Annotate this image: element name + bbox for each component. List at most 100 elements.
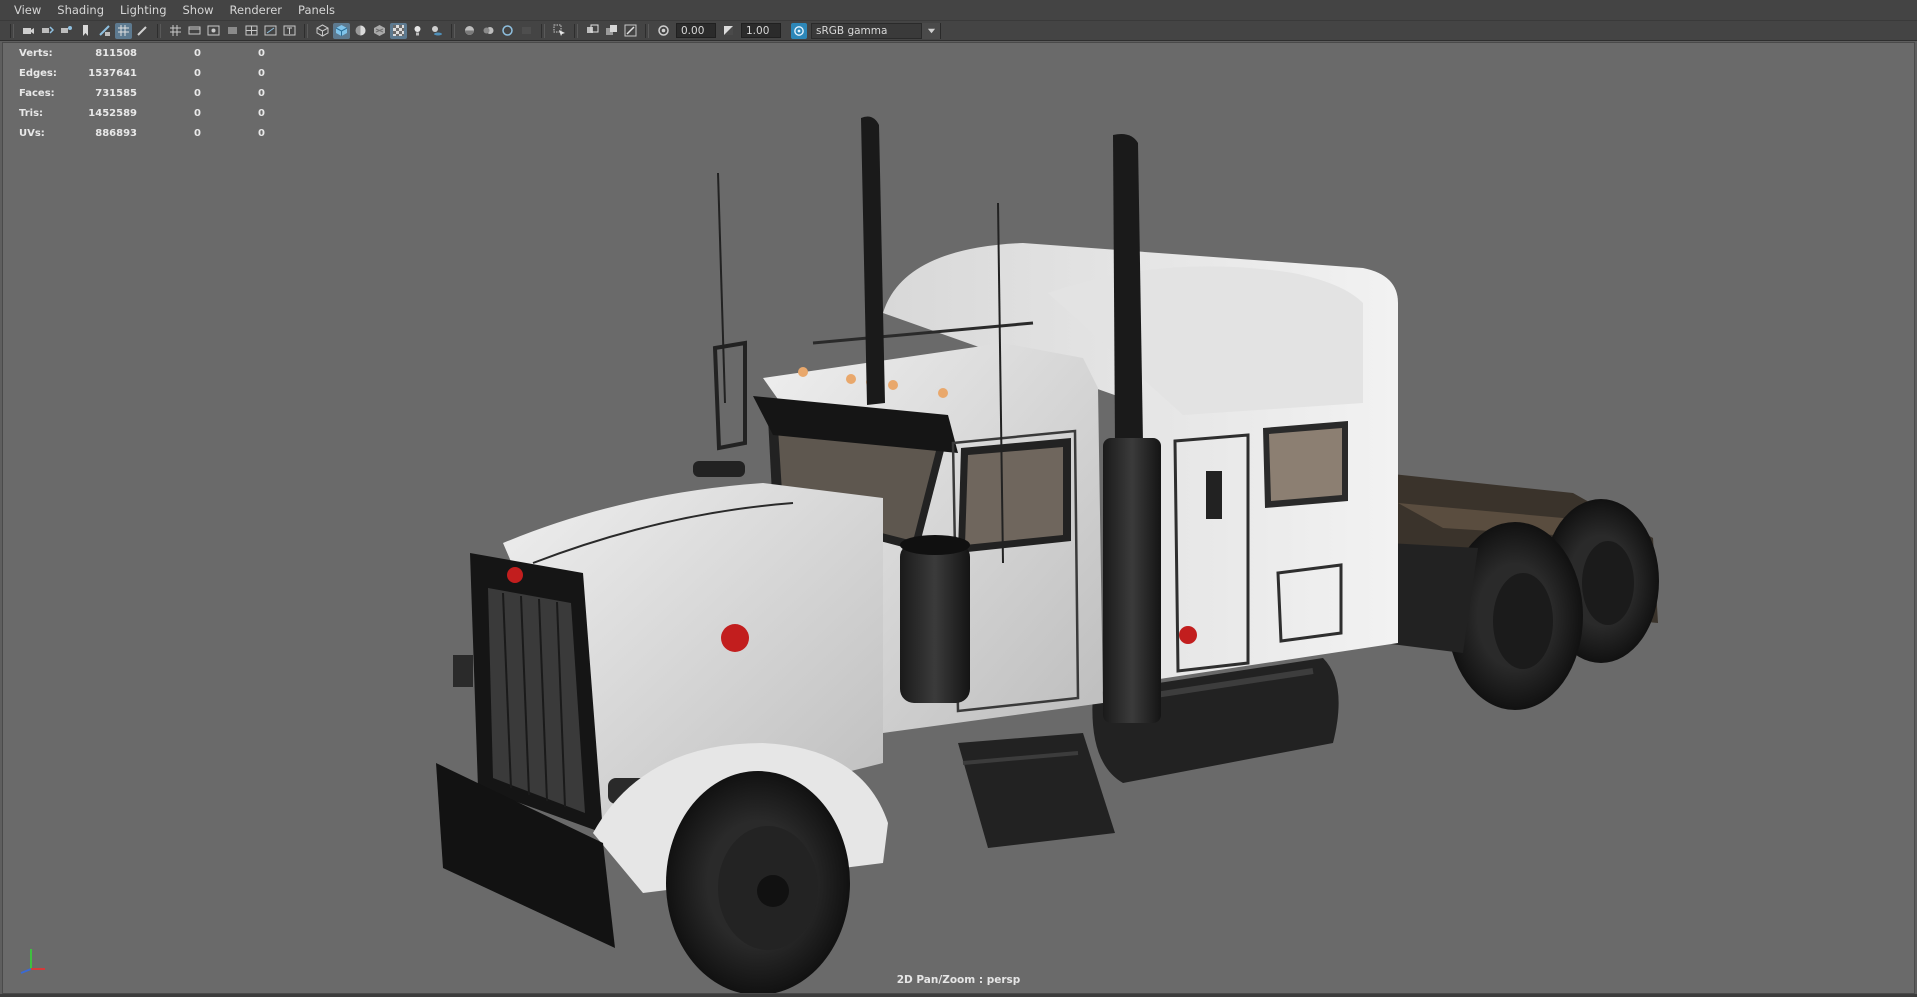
hud-value-components: 0 xyxy=(258,127,265,139)
bookmark-icon xyxy=(61,26,72,33)
menu-shading[interactable]: Shading xyxy=(49,0,112,21)
maya-viewport-panel: View Shading Lighting Show Renderer Pane… xyxy=(0,0,1917,997)
shadows-icon xyxy=(432,26,442,36)
smooth-shade-icon xyxy=(335,25,348,36)
screen-space-ao-icon xyxy=(465,26,474,35)
hud-value-selected: 0 xyxy=(194,107,201,119)
menu-lighting[interactable]: Lighting xyxy=(112,0,174,21)
film-gate-icon xyxy=(170,25,181,36)
camera-icon xyxy=(23,28,34,34)
field-chart-button[interactable] xyxy=(224,23,241,39)
image-plane-button[interactable] xyxy=(96,23,113,39)
hud-value-components: 0 xyxy=(258,67,265,79)
bookmark-flag-icon xyxy=(83,25,88,36)
anti-alias-button[interactable] xyxy=(499,23,516,39)
safe-title-button[interactable] xyxy=(262,23,279,39)
3d-viewport[interactable]: Verts: 811508 0 0 Edges: 1537641 0 0 Fac… xyxy=(2,42,1915,994)
depth-of-field-button[interactable] xyxy=(518,23,535,39)
view-transform-dropdown[interactable]: sRGB gamma xyxy=(811,22,941,39)
camera-bookmark-button[interactable] xyxy=(58,23,75,39)
dropdown-arrow[interactable] xyxy=(921,22,940,39)
isolate-select-button[interactable] xyxy=(551,23,568,39)
text-gate-button[interactable] xyxy=(281,23,298,39)
camera-button[interactable] xyxy=(20,23,37,39)
gamma-icon xyxy=(724,26,733,35)
bookmark-button[interactable] xyxy=(77,23,94,39)
hud-value-scene: 731585 xyxy=(95,87,137,99)
field-chart-icon xyxy=(228,27,237,34)
hud-label: Tris: xyxy=(19,107,44,119)
wireframe-button[interactable] xyxy=(314,23,331,39)
xray-joints-icon xyxy=(624,24,637,37)
exposure-field[interactable]: 0.00 xyxy=(676,23,716,38)
semi-truck-model[interactable] xyxy=(3,43,1915,994)
menu-panels[interactable]: Panels xyxy=(290,0,343,21)
chevron-down-icon xyxy=(927,28,935,34)
hud-value-components: 0 xyxy=(258,87,265,99)
poly-count-hud: Verts: 811508 0 0 Edges: 1537641 0 0 Fac… xyxy=(19,43,265,143)
camera-name-label: 2D Pan/Zoom : persp xyxy=(896,974,1021,986)
gamma-button[interactable] xyxy=(720,23,737,39)
menu-view[interactable]: View xyxy=(6,0,49,21)
anti-alias-icon xyxy=(502,25,513,36)
hud-row-tris: Tris: 1452589 0 0 xyxy=(19,103,265,123)
resolution-gate-icon xyxy=(188,26,201,35)
textured-button[interactable] xyxy=(371,23,388,39)
lights-button[interactable] xyxy=(409,23,426,39)
ambient-occlusion-button[interactable] xyxy=(461,23,478,39)
hud-row-uvs: UVs: 886893 0 0 xyxy=(19,123,265,143)
use-lights-button[interactable] xyxy=(390,22,407,39)
color-management-icon xyxy=(794,25,804,36)
hud-value-selected: 0 xyxy=(194,87,201,99)
paint-button[interactable] xyxy=(134,23,151,39)
hud-value-components: 0 xyxy=(258,47,265,59)
grid-icon xyxy=(118,25,129,36)
hud-label: UVs: xyxy=(19,127,45,139)
resolution-gate-button[interactable] xyxy=(186,23,203,39)
motion-blur-icon xyxy=(483,27,494,34)
gate-mask-button[interactable] xyxy=(205,23,222,39)
wireframe-icon xyxy=(316,24,329,37)
camera-attr-icon xyxy=(42,26,54,34)
hud-label: Faces: xyxy=(19,87,55,99)
toolbar-separator xyxy=(574,23,578,38)
hud-value-components: 0 xyxy=(258,107,265,119)
panel-menu-bar: View Shading Lighting Show Renderer Pane… xyxy=(0,0,1917,21)
isolate-select-icon xyxy=(553,24,565,36)
menu-show[interactable]: Show xyxy=(175,0,222,21)
menu-renderer[interactable]: Renderer xyxy=(222,0,291,21)
motion-blur-button[interactable] xyxy=(480,23,497,39)
grid-toggle-button[interactable] xyxy=(115,22,132,39)
hud-label: Edges: xyxy=(19,67,57,79)
use-lights-icon xyxy=(414,26,421,36)
hud-value-scene: 811508 xyxy=(95,47,137,59)
toolbar-separator xyxy=(541,23,545,38)
hud-row-verts: Verts: 811508 0 0 xyxy=(19,43,265,63)
xray-joints-button[interactable] xyxy=(622,23,639,39)
safe-action-button[interactable] xyxy=(243,23,260,39)
textured-icon xyxy=(374,25,385,36)
image-plane-icon xyxy=(99,25,110,36)
gamma-field[interactable]: 1.00 xyxy=(741,23,781,38)
film-gate-button[interactable] xyxy=(167,23,184,39)
toolbar-separator xyxy=(10,23,14,38)
xray-button[interactable] xyxy=(584,23,601,39)
shadows-button[interactable] xyxy=(428,23,445,39)
exposure-icon xyxy=(658,25,669,36)
hud-value-scene: 1452589 xyxy=(88,107,137,119)
xray-active-button[interactable] xyxy=(603,23,620,39)
smooth-shade-button[interactable] xyxy=(333,22,350,39)
hud-value-selected: 0 xyxy=(194,47,201,59)
panel-toolbar: 0.00 1.00 sRGB gamma xyxy=(0,21,1917,41)
color-management-button[interactable] xyxy=(791,22,807,39)
exposure-button[interactable] xyxy=(655,23,672,39)
camera-attributes-button[interactable] xyxy=(39,23,56,39)
toolbar-separator xyxy=(451,23,455,38)
gate-mask-icon xyxy=(207,25,220,36)
hud-row-edges: Edges: 1537641 0 0 xyxy=(19,63,265,83)
hud-value-scene: 1537641 xyxy=(88,67,137,79)
toolbar-separator xyxy=(645,23,649,38)
default-material-button[interactable] xyxy=(352,23,369,39)
hud-label: Verts: xyxy=(19,47,53,59)
safe-action-icon xyxy=(245,25,258,36)
